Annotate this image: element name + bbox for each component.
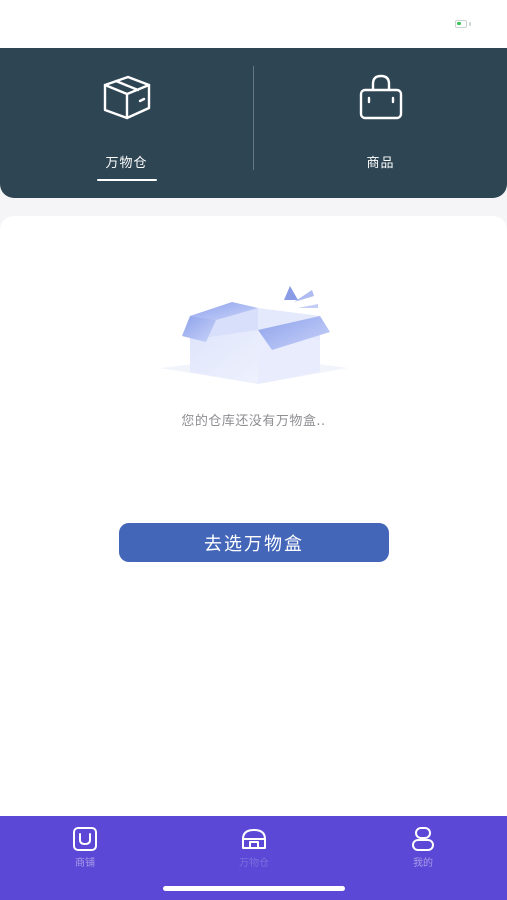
home-indicator[interactable] (163, 886, 345, 891)
battery-level (457, 22, 461, 25)
nav-item-shop[interactable]: 商铺 (35, 822, 135, 874)
empty-state-message: 您的仓库还没有万物盒.. (181, 414, 326, 429)
battery-tip (469, 22, 471, 26)
nav-item-warehouse[interactable]: 万物仓 (204, 822, 304, 874)
battery-icon (455, 20, 467, 28)
nav-item-mine[interactable]: 我的 (373, 822, 473, 874)
tab-goods[interactable]: 商品 (254, 48, 507, 198)
open-box-illustration (160, 286, 348, 384)
warehouse-icon (242, 829, 266, 849)
nav-label: 万物仓 (239, 858, 269, 869)
tab-label: 商品 (366, 156, 395, 171)
status-bar (0, 0, 507, 48)
tab-warehouse[interactable]: 万物仓 (0, 48, 253, 198)
box-icon (103, 75, 150, 120)
profile-icon (412, 827, 434, 851)
active-tab-indicator (97, 179, 157, 181)
main-content: 您的仓库还没有万物盒.. 去选万物盒 (0, 216, 507, 816)
header-tabs: 万物仓 商品 (0, 48, 507, 198)
nav-label: 我的 (413, 858, 433, 869)
shopping-bag-icon (359, 74, 402, 120)
shop-icon (73, 827, 97, 851)
nav-label: 商铺 (75, 858, 95, 869)
select-box-button[interactable]: 去选万物盒 (119, 523, 389, 562)
tab-label: 万物仓 (105, 156, 148, 171)
